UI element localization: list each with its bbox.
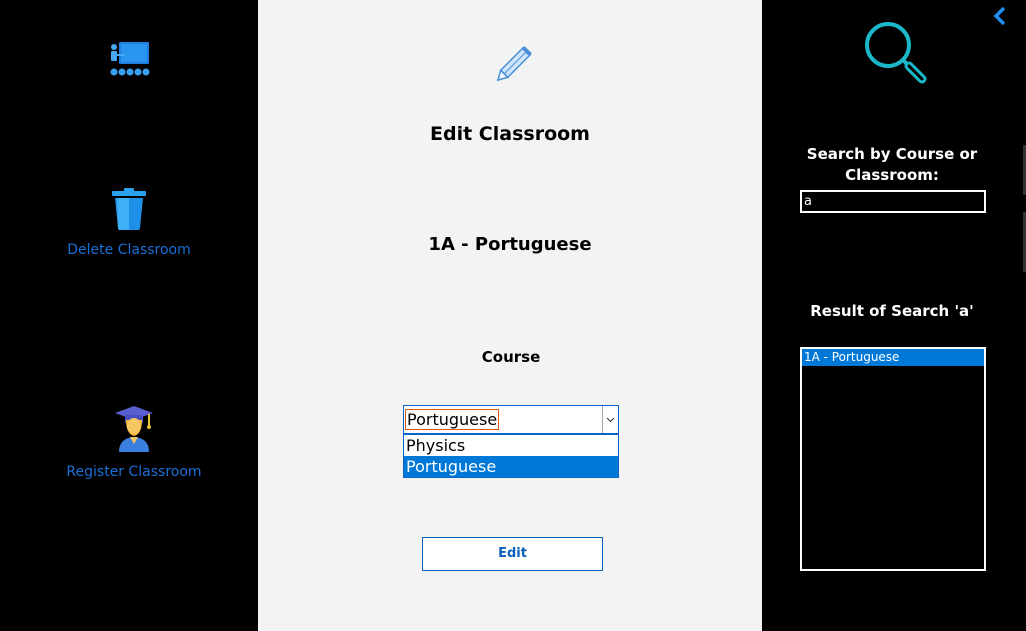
chevron-down-icon <box>606 417 615 423</box>
search-result-item[interactable]: 1A - Portuguese <box>802 349 984 366</box>
course-label: Course <box>481 348 541 366</box>
course-option-physics[interactable]: Physics <box>404 435 618 456</box>
edit-classroom-panel: Edit Classroom 1A - Portuguese Course Po… <box>258 0 762 631</box>
left-sidebar: Delete Classroom Register Classroom <box>0 0 258 631</box>
app-window: Delete Classroom Register Classroom Edit… <box>0 0 1026 631</box>
back-chevron-icon[interactable] <box>992 6 1008 26</box>
graduate-icon <box>115 406 153 452</box>
register-classroom-button[interactable]: Register Classroom <box>62 406 206 480</box>
course-option-portuguese[interactable]: Portuguese <box>404 456 618 477</box>
dropdown-toggle[interactable] <box>602 406 618 433</box>
search-input[interactable] <box>800 190 986 213</box>
classroom-logo-icon <box>110 42 150 76</box>
search-result-list[interactable]: 1A - Portuguese <box>800 347 986 571</box>
course-dropdown-list: Physics Portuguese <box>403 434 619 478</box>
delete-classroom-label: Delete Classroom <box>67 242 191 258</box>
course-select[interactable]: Portuguese <box>403 405 619 434</box>
page-title: Edit Classroom <box>430 123 590 145</box>
register-classroom-label: Register Classroom <box>66 464 202 480</box>
trash-icon <box>112 188 146 230</box>
delete-classroom-button[interactable]: Delete Classroom <box>62 188 196 258</box>
pencil-icon <box>496 46 532 82</box>
edit-button[interactable]: Edit <box>422 537 603 571</box>
search-icon <box>865 22 927 84</box>
search-result-title: Result of Search 'a' <box>810 302 974 320</box>
course-select-value: Portuguese <box>405 409 500 430</box>
classroom-name: 1A - Portuguese <box>428 234 592 255</box>
search-label: Search by Course or Classroom: <box>806 145 978 184</box>
search-panel: Search by Course or Classroom: Result of… <box>762 0 1026 631</box>
